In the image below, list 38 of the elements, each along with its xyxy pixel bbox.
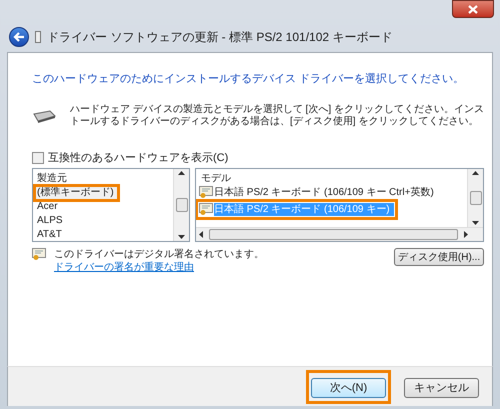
scrollbar[interactable] [173,169,189,241]
next-button[interactable]: 次へ(N) [311,378,386,398]
device-icon [35,31,41,43]
scroll-up-icon[interactable] [472,171,479,175]
certificate-icon [199,203,213,216]
scroll-down-icon[interactable] [178,235,185,239]
window-title: ドライバー ソフトウェアの更新 - 標準 PS/2 101/102 キーボード [47,29,392,46]
keyboard-icon [32,108,56,122]
scroll-down-icon[interactable] [472,221,479,225]
list-item[interactable]: ALPS [35,214,173,228]
disk-button[interactable]: ディスク使用(H)... [394,248,484,266]
scrollbar[interactable] [467,169,483,227]
signed-link[interactable]: ドライバーの署名が重要な理由 [54,261,264,274]
compatible-checkbox[interactable] [32,152,44,164]
scroll-left-icon[interactable] [199,231,203,238]
scroll-thumb[interactable] [209,229,458,240]
close-icon [468,4,478,14]
horizontal-scrollbar[interactable] [196,227,483,241]
list-item[interactable]: Acer [35,200,173,214]
description: ハードウェア デバイスの製造元とモデルを選択して [次へ] をクリックしてください。インストールするドライバーのディスクがある場合は、[ディスク使用] をクリックしてください。 [70,104,484,128]
cancel-button[interactable]: キャンセル [404,378,479,398]
list-item[interactable]: AT&T [35,228,173,241]
list-item[interactable]: 日本語 PS/2 キーボード (106/109 キー Ctrl+英数) [199,186,438,199]
certificate-icon [199,186,213,199]
column-header: モデル [200,172,232,186]
column-header: 製造元 [36,172,68,186]
scroll-thumb[interactable] [470,191,482,205]
heading: このハードウェアのためにインストールするデバイス ドライバーを選択してください。 [32,72,466,87]
scroll-up-icon[interactable] [178,171,185,175]
signed-text: このドライバーはデジタル署名されています。 [54,248,264,261]
back-button[interactable] [9,27,29,47]
close-button[interactable] [452,0,494,18]
scroll-thumb[interactable] [176,198,188,212]
checkbox-label: 互換性のあるハードウェアを表示(C) [48,150,228,166]
scroll-right-icon[interactable] [464,231,468,238]
back-arrow-icon [13,32,25,42]
certificate-icon [32,248,46,261]
list-item[interactable]: (標準キーボード) [35,186,118,200]
